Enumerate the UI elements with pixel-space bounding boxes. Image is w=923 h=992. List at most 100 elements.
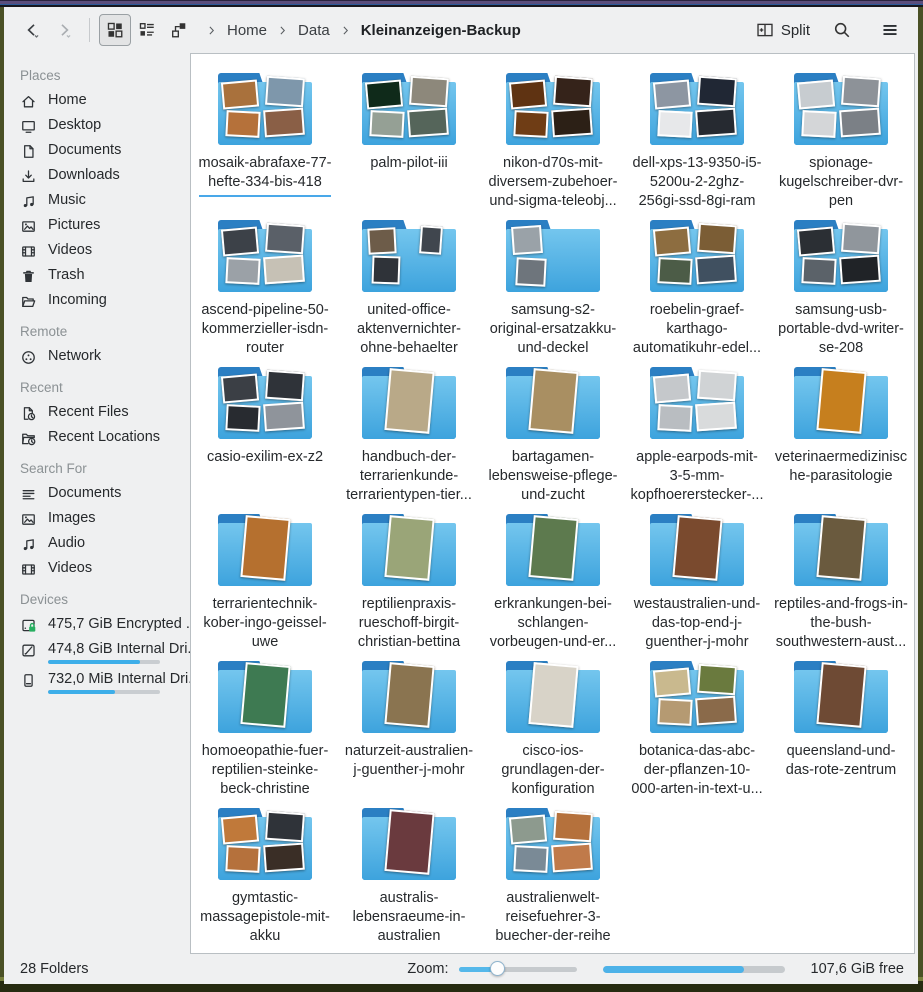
folder-name: homoeopathie-fuer-reptilien-steinke-beck… bbox=[193, 742, 337, 799]
desktop-icon bbox=[20, 118, 37, 135]
folder-item-reptiles-and-frogs-in-the-bush-southwestern-aust[interactable]: reptiles-and-frogs-in-the-bush-southwest… bbox=[769, 509, 913, 656]
sidebar-item-music[interactable]: Music bbox=[18, 188, 190, 213]
folder-item-dell-xps-13-9350-i5-5200u-2-2ghz-256gi-ssd-8gi-ram[interactable]: dell-xps-13-9350-i5-5200u-2-2ghz-256gi-s… bbox=[625, 68, 769, 215]
folder-name: united-office-aktenvernichter-ohne-behae… bbox=[337, 301, 481, 358]
folder-item-homoeopathie-fuer-reptilien-steinke-beck-christine[interactable]: homoeopathie-fuer-reptilien-steinke-beck… bbox=[193, 656, 337, 803]
photo-thumbnail bbox=[407, 108, 449, 138]
breadcrumb-item-kleinanzeigen-backup[interactable]: Kleinanzeigen-Backup bbox=[356, 20, 526, 41]
folder-item-naturzeit-australien-j-guenther-j-mohr[interactable]: naturzeit-australien-j-guenther-j-mohr bbox=[337, 656, 481, 803]
device-usage-bar bbox=[48, 690, 160, 694]
folder-item-terrarientechnik-kober-ingo-geissel-uwe[interactable]: terrarientechnik-kober-ingo-geissel-uwe bbox=[193, 509, 337, 656]
folder-icon bbox=[650, 514, 744, 586]
sidebar-item-documents[interactable]: Documents bbox=[18, 481, 190, 506]
breadcrumb-item-home[interactable]: Home bbox=[222, 20, 272, 41]
folder-item-apple-earpods-mit-3-5-mm-kopfhoererstecker-[interactable]: apple-earpods-mit-3-5-mm-kopfhoerersteck… bbox=[625, 362, 769, 509]
sidebar-item-732-0-mib-internal-dri-[interactable]: 732,0 MiB Internal Dri... bbox=[18, 667, 190, 697]
sidebar-item-downloads[interactable]: Downloads bbox=[18, 163, 190, 188]
sidebar-item-recent-locations[interactable]: Recent Locations bbox=[18, 425, 190, 450]
photo-thumbnail bbox=[695, 696, 737, 726]
folder-name: reptilienpraxis-rueschoff-birgit-christi… bbox=[337, 595, 481, 652]
zoom-slider-handle[interactable] bbox=[490, 961, 505, 976]
photo-thumbnail bbox=[797, 79, 835, 109]
photo-thumbnail bbox=[653, 373, 691, 403]
document-lines-icon bbox=[20, 486, 37, 503]
folder-icon bbox=[218, 808, 312, 880]
sidebar-item-label: Images bbox=[48, 510, 96, 526]
details-view-button[interactable] bbox=[131, 14, 163, 46]
photo-thumbnail bbox=[695, 108, 737, 138]
icons-view-button[interactable] bbox=[99, 14, 131, 46]
sidebar-item-label: Network bbox=[48, 348, 101, 364]
folder-item-westaustralien-und-das-top-end-j-guenther-j-mohr[interactable]: westaustralien-und-das-top-end-j-guenthe… bbox=[625, 509, 769, 656]
sidebar-item-475-7-gib-encrypted-[interactable]: 475,7 GiB Encrypted ... bbox=[18, 612, 190, 637]
hamburger-menu-icon bbox=[881, 21, 899, 39]
split-button[interactable]: Split bbox=[756, 21, 810, 39]
folder-item-bartagamen-lebensweise-pflege-und-zucht[interactable]: bartagamen-lebensweise-pflege-und-zucht bbox=[481, 362, 625, 509]
folder-icon bbox=[794, 73, 888, 145]
folder-icon bbox=[362, 661, 456, 733]
sidebar-section-title: Places bbox=[20, 68, 190, 83]
photo-thumbnail bbox=[672, 515, 722, 581]
folder-item-australienwelt-reisefuehrer-3-buecher-der-reihe[interactable]: australienwelt-reisefuehrer-3-buecher-de… bbox=[481, 803, 625, 950]
folder-item-ascend-pipeline-50-kommerzieller-isdn-router[interactable]: ascend-pipeline-50-kommerzieller-isdn-ro… bbox=[193, 215, 337, 362]
folder-item-spionage-kugelschreiber-dvr-pen[interactable]: spionage-kugelschreiber-dvr-pen bbox=[769, 68, 913, 215]
folder-item-australis-lebensraeume-in-australien[interactable]: australis-lebensraeume-in-australien bbox=[337, 803, 481, 950]
sidebar-item-trash[interactable]: Trash bbox=[18, 263, 190, 288]
folder-item-casio-exilim-ex-z2[interactable]: casio-exilim-ex-z2 bbox=[193, 362, 337, 509]
folder-item-queensland-und-das-rote-zentrum[interactable]: queensland-und-das-rote-zentrum bbox=[769, 656, 913, 803]
folder-item-cisco-ios-grundlagen-der-konfiguration[interactable]: cisco-ios-grundlagen-der-konfiguration bbox=[481, 656, 625, 803]
folder-item-gymtastic-massagepistole-mit-akku[interactable]: gymtastic-massagepistole-mit-akku bbox=[193, 803, 337, 950]
forward-button[interactable] bbox=[48, 14, 80, 46]
photo-thumbnail bbox=[697, 223, 737, 255]
folder-item-samsung-usb-portable-dvd-writer-se-208[interactable]: samsung-usb-portable-dvd-writer-se-208 bbox=[769, 215, 913, 362]
folder-item-handbuch-der-terrarienkunde-terrarientypen-tier[interactable]: handbuch-der-terrarienkunde-terrarientyp… bbox=[337, 362, 481, 509]
sidebar-item-label: Downloads bbox=[48, 167, 120, 183]
sidebar-item-documents[interactable]: Documents bbox=[18, 138, 190, 163]
sidebar-item-recent-files[interactable]: Recent Files bbox=[18, 400, 190, 425]
pictures-icon bbox=[20, 511, 37, 528]
photo-thumbnail bbox=[653, 226, 691, 256]
sidebar-item-images[interactable]: Images bbox=[18, 506, 190, 531]
folder-item-united-office-aktenvernichter-ohne-behaelter[interactable]: united-office-aktenvernichter-ohne-behae… bbox=[337, 215, 481, 362]
sidebar-item-label: Recent Locations bbox=[48, 429, 160, 445]
menu-button[interactable] bbox=[874, 14, 906, 46]
folder-item-reptilienpraxis-rueschoff-birgit-christian-bettina[interactable]: reptilienpraxis-rueschoff-birgit-christi… bbox=[337, 509, 481, 656]
tree-view-button[interactable] bbox=[163, 14, 195, 46]
network-icon bbox=[20, 349, 37, 366]
sidebar-item-incoming[interactable]: Incoming bbox=[18, 288, 190, 313]
photo-thumbnail bbox=[265, 76, 305, 108]
photo-thumbnail bbox=[695, 255, 737, 285]
sidebar-item-desktop[interactable]: Desktop bbox=[18, 113, 190, 138]
sidebar-item-474-8-gib-internal-dri-[interactable]: 474,8 GiB Internal Dri... bbox=[18, 637, 190, 667]
folder-item-palm-pilot-iii[interactable]: palm-pilot-iii bbox=[337, 68, 481, 215]
sidebar-item-videos[interactable]: Videos bbox=[18, 238, 190, 263]
folder-item-roebelin-graef-karthago-automatikuhr-edel[interactable]: roebelin-graef-karthago-automatikuhr-ede… bbox=[625, 215, 769, 362]
sidebar-item-pictures[interactable]: Pictures bbox=[18, 213, 190, 238]
sidebar-item-audio[interactable]: Audio bbox=[18, 531, 190, 556]
folder-icon bbox=[218, 367, 312, 439]
folder-icon bbox=[794, 367, 888, 439]
back-button[interactable] bbox=[16, 14, 48, 46]
breadcrumb-chevron-icon bbox=[205, 24, 218, 37]
music-icon bbox=[20, 193, 37, 210]
folder-item-erkrankungen-bei-schlangen-vorbeugen-und-er[interactable]: erkrankungen-bei-schlangen-vorbeugen-und… bbox=[481, 509, 625, 656]
search-button[interactable] bbox=[826, 14, 858, 46]
incoming-folder-icon bbox=[20, 293, 37, 310]
folder-item-samsung-s2-original-ersatzakku-und-deckel[interactable]: samsung-s2-original-ersatzakku-und-decke… bbox=[481, 215, 625, 362]
sidebar-item-label: Music bbox=[48, 192, 86, 208]
photo-thumbnail bbox=[816, 368, 866, 434]
sidebar-item-network[interactable]: Network bbox=[18, 344, 190, 369]
photo-thumbnail bbox=[367, 227, 396, 254]
breadcrumb-item-data[interactable]: Data bbox=[293, 20, 335, 41]
folder-item-botanica-das-abc-der-pflanzen-10-000-arten-in-text-u[interactable]: botanica-das-abc-der-pflanzen-10-000-art… bbox=[625, 656, 769, 803]
folder-item-mosaik-abrafaxe-77-hefte-334-bis-418[interactable]: mosaik-abrafaxe-77-hefte-334-bis-418 bbox=[193, 68, 337, 215]
recent-files-icon bbox=[20, 405, 37, 422]
folder-item-nikon-d70s-mit-diversem-zubehoer-und-sigma-teleobj[interactable]: nikon-d70s-mit-diversem-zubehoer-und-sig… bbox=[481, 68, 625, 215]
zoom-slider[interactable] bbox=[459, 960, 577, 978]
photo-thumbnail bbox=[263, 255, 305, 285]
photo-thumbnail bbox=[657, 257, 692, 285]
sidebar-item-videos[interactable]: Videos bbox=[18, 556, 190, 581]
photo-thumbnail bbox=[695, 402, 737, 432]
sidebar-item-home[interactable]: Home bbox=[18, 88, 190, 113]
folder-item-veterinaermedizinische-parasitologie[interactable]: veterinaermedizinische-parasitologie bbox=[769, 362, 913, 509]
